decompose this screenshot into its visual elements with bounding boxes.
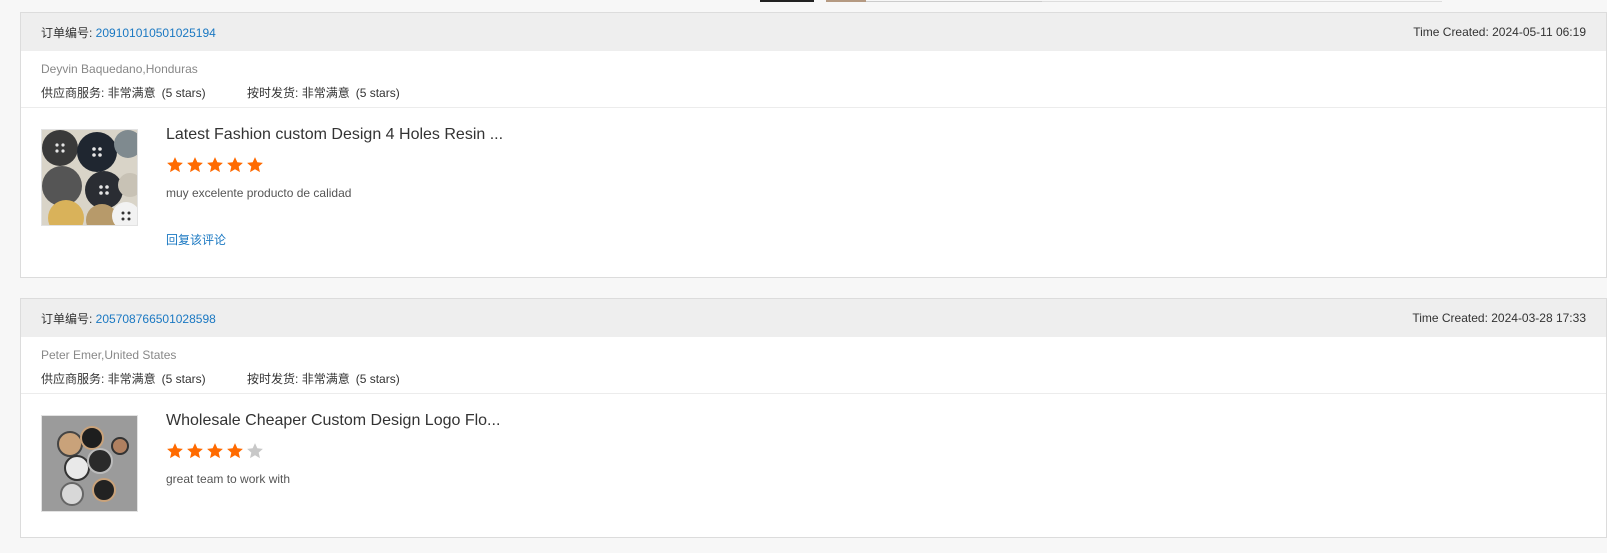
buyer-name: Deyvin Baquedano,Honduras [41,62,198,76]
top-divider [866,0,1042,2]
review-header: 订单编号: 209101010501025194 Time Created: 2… [21,13,1606,51]
review-meta: Deyvin Baquedano,Honduras 供应商服务: 非常满意 (5 … [21,51,1606,108]
review-comment: muy excelente producto de calidad [166,186,352,200]
supplier-service-rating: 供应商服务: 非常满意 [41,372,156,386]
supplier-service-stars: (5 stars) [161,372,206,386]
top-strip [0,0,1607,12]
buyer-name: Peter Emer,United States [41,348,177,362]
top-divider [1042,0,1442,2]
top-thumbnail-edge [760,0,814,2]
star-filled-icon [207,157,223,173]
star-filled-icon [187,157,203,173]
review-meta: Peter Emer,United States 供应商服务: 非常满意 (5 s… [21,337,1606,394]
order-label: 订单编号: [41,25,96,40]
buttons-product-photo [42,130,137,225]
star-empty-icon [247,443,263,459]
star-filled-icon [227,443,243,459]
metal-buttons-product-photo [42,416,137,511]
star-filled-icon [227,157,243,173]
on-time-rating: 按时发货: 非常满意 [247,372,350,386]
order-number: 订单编号: 209101010501025194 [41,24,216,41]
service-ratings: 供应商服务: 非常满意 (5 stars) 按时发货: 非常满意 (5 stars) [41,85,1586,101]
time-created: Time Created: 2024-05-11 06:19 [1413,25,1586,39]
review-card: 订单编号: 209101010501025194 Time Created: 2… [20,12,1607,278]
product-image[interactable] [41,129,138,226]
star-rating [166,156,264,174]
on-time-stars: (5 stars) [355,86,400,100]
on-time-rating: 按时发货: 非常满意 [247,86,350,100]
star-rating [166,442,264,460]
product-title[interactable]: Latest Fashion custom Design 4 Holes Res… [166,126,503,144]
top-thumbnail-edge [826,0,866,2]
supplier-service-stars: (5 stars) [161,86,206,100]
review-body: Wholesale Cheaper Custom Design Logo Flo… [21,394,1606,553]
star-filled-icon [187,443,203,459]
review-card: 订单编号: 205708766501028598 Time Created: 2… [20,298,1607,538]
time-created: Time Created: 2024-03-28 17:33 [1412,311,1586,325]
order-number-link[interactable]: 209101010501025194 [96,26,216,40]
supplier-service-rating: 供应商服务: 非常满意 [41,86,156,100]
star-filled-icon [247,157,263,173]
order-label: 订单编号: [41,311,96,326]
product-image[interactable] [41,415,138,512]
service-ratings: 供应商服务: 非常满意 (5 stars) 按时发货: 非常满意 (5 stars) [41,371,1586,387]
on-time-stars: (5 stars) [355,372,400,386]
star-filled-icon [207,443,223,459]
review-header: 订单编号: 205708766501028598 Time Created: 2… [21,299,1606,337]
reply-review-link[interactable]: 回复该评论 [166,231,226,248]
star-filled-icon [167,443,183,459]
review-comment: great team to work with [166,472,291,486]
order-number: 订单编号: 205708766501028598 [41,310,216,327]
order-number-link[interactable]: 205708766501028598 [96,312,216,326]
product-title[interactable]: Wholesale Cheaper Custom Design Logo Flo… [166,412,500,430]
review-body: Latest Fashion custom Design 4 Holes Res… [21,108,1606,267]
star-filled-icon [167,157,183,173]
